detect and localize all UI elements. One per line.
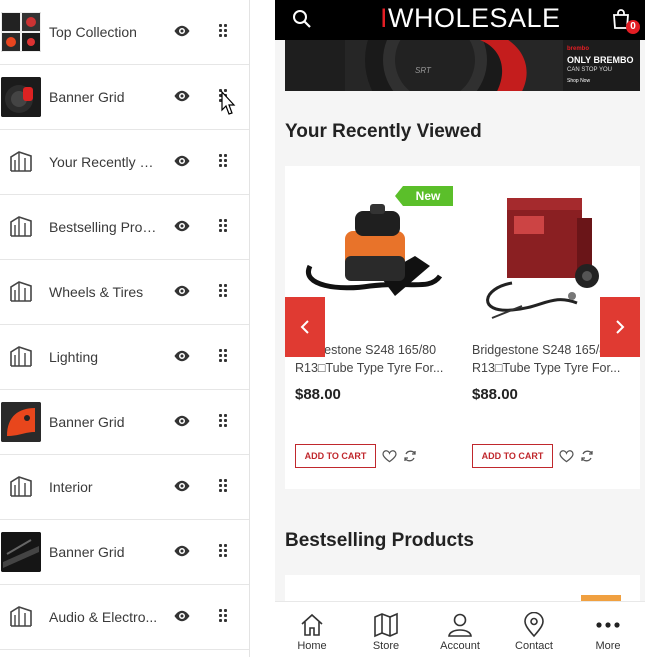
section-icon [10,216,32,237]
section-label: Banner Grid [49,414,125,430]
panel-divider [250,0,275,657]
mouse-pointer-icon [221,90,236,115]
drag-handle-icon[interactable] [219,414,227,427]
nav-store[interactable]: Store [349,602,423,657]
drag-handle-icon[interactable] [219,349,227,362]
carousel-prev-button[interactable] [285,297,325,357]
chevron-left-icon [300,320,309,334]
bottom-navigation: Home Store Account Contact More [275,601,645,657]
drag-handle-icon[interactable] [219,284,227,297]
eye-icon[interactable] [173,87,191,105]
heart-icon[interactable] [382,449,397,463]
section-label: Banner Grid [49,544,125,560]
banner-small-brand: brembo [567,46,590,52]
section-thumbnail [1,12,41,52]
sections-sidebar: Top Collection Banner Grid Your Recently… [0,0,250,657]
section-row-banner-grid-3[interactable]: Banner Grid [0,520,249,585]
section-label: Lighting [49,349,99,365]
section-thumbnail [1,467,41,507]
compare-icon[interactable] [403,449,417,463]
location-pin-icon [524,612,544,638]
section-row-lighting[interactable]: Lighting [0,325,249,390]
section-icon [10,346,32,367]
store-logo[interactable]: IWHOLESALE [380,3,561,34]
banner-cta[interactable]: Shop Now [567,78,590,84]
section-row-top-collection[interactable]: Top Collection [0,0,249,65]
product-image[interactable] [300,196,455,301]
section-icon [10,476,32,497]
section-label: Interior [49,479,93,495]
section-thumbnail [1,532,41,572]
section-label: Banner Grid [49,89,125,105]
banner-subline: CAN STOP YOU [567,67,613,73]
section-icon [10,606,32,627]
section-row-wheels-tires[interactable]: Wheels & Tires [0,260,249,325]
search-icon[interactable] [292,9,312,29]
eye-icon[interactable] [173,347,191,365]
svg-text:SRT: SRT [415,66,432,75]
eye-icon[interactable] [173,477,191,495]
cart-count-badge: 0 [626,20,640,34]
store-header: IWHOLESALE 0 [275,0,645,40]
section-row-interior[interactable]: Interior [0,455,249,520]
section-row-audio-electronics[interactable]: Audio & Electro... [0,585,249,650]
section-icon [10,281,32,302]
nav-account[interactable]: Account [423,602,497,657]
map-icon [374,612,398,638]
add-to-cart-button[interactable]: ADD TO CART [472,444,553,468]
section-row-banner-grid-2[interactable]: Banner Grid [0,390,249,455]
new-badge: New [395,186,453,206]
dots-icon [596,622,620,628]
eye-icon[interactable] [173,152,191,170]
section-thumbnail [1,142,41,182]
recently-viewed-heading: Your Recently Viewed [285,121,482,142]
eye-icon[interactable] [173,282,191,300]
eye-icon[interactable] [173,607,191,625]
drag-handle-icon[interactable] [219,609,227,622]
nav-home[interactable]: Home [275,602,349,657]
drag-handle-icon[interactable] [219,154,227,167]
section-thumbnail [1,207,41,247]
section-row-banner-grid[interactable]: Banner Grid [0,65,249,130]
bestselling-heading: Bestselling Products [285,530,474,551]
product-price: $88.00 [472,386,518,403]
section-label: Top Collection [49,24,137,40]
section-icon [10,151,32,172]
nav-more[interactable]: More [571,602,645,657]
user-icon [448,613,472,637]
section-row-bestselling[interactable]: Bestselling Prod... [0,195,249,260]
section-label: Your Recently Vi... [49,154,161,170]
section-label: Audio & Electro... [49,609,158,625]
section-thumbnail [1,337,41,377]
home-icon [301,613,323,636]
drag-handle-icon[interactable] [219,479,227,492]
section-thumbnail [1,402,41,442]
product-price: $88.00 [295,386,341,403]
promo-banner[interactable]: SRT brembo ONLY BREMBO CAN STOP YOU Shop… [285,40,640,91]
eye-icon[interactable] [173,217,191,235]
drag-handle-icon[interactable] [219,24,227,37]
chevron-right-icon [616,320,625,334]
nav-contact[interactable]: Contact [497,602,571,657]
drag-handle-icon[interactable] [219,544,227,557]
carousel-next-button[interactable] [600,297,640,357]
heart-icon[interactable] [559,449,574,463]
product-carousel: New Bridgestone S248 165/80 R13□Tube Typ… [285,166,640,489]
section-thumbnail [1,272,41,312]
section-thumbnail [1,77,41,117]
section-label: Wheels & Tires [49,284,144,300]
eye-icon[interactable] [173,22,191,40]
editor-window: Top Collection Banner Grid Your Recently… [0,0,645,657]
compare-icon[interactable] [580,449,594,463]
section-label: Bestselling Prod... [49,219,161,235]
eye-icon[interactable] [173,542,191,560]
section-row-recently-viewed[interactable]: Your Recently Vi... [0,130,249,195]
section-thumbnail [1,597,41,637]
eye-icon[interactable] [173,412,191,430]
banner-headline: ONLY BREMBO [567,55,634,65]
store-preview: IWHOLESALE 0 SRT brembo ONLY BREMBO CAN … [275,0,645,657]
drag-handle-icon[interactable] [219,219,227,232]
add-to-cart-button[interactable]: ADD TO CART [295,444,376,468]
